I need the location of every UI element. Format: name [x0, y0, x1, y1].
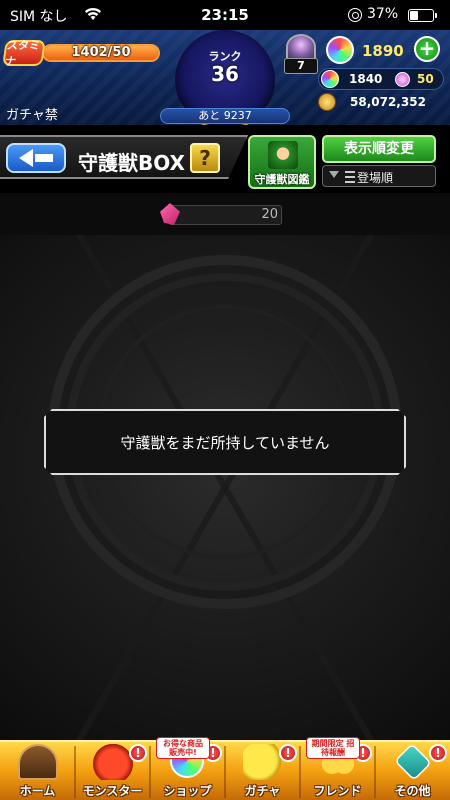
notification-badge: ! [279, 744, 297, 762]
orb-breakdown: 1840 50 [318, 68, 444, 90]
battery-percent: 37% [367, 6, 399, 22]
coin-counter: 58,072,352 [316, 92, 446, 114]
tray-count: 7 [284, 58, 318, 74]
nav-label: フレンド [313, 784, 362, 798]
nav-separator [374, 746, 376, 798]
empty-message: 守護獣をまだ所持していません [120, 433, 330, 452]
sort-icon [345, 171, 355, 183]
back-arrow-icon [19, 149, 33, 167]
help-button[interactable]: ? [190, 143, 220, 173]
coin-icon [318, 93, 336, 111]
nav-separator [224, 746, 226, 798]
sort-order-label: 登場順 [357, 171, 394, 185]
nav-item-1[interactable]: モンスター! [75, 742, 150, 800]
nav-item-5[interactable]: その他! [375, 742, 450, 800]
box-capacity-value: 20 [261, 207, 278, 222]
next-rank-exp: あと 9237 [160, 108, 290, 124]
monster-icon [93, 744, 133, 780]
change-sort-button[interactable]: 表示順変更 [322, 135, 436, 163]
promo-tag: お得な商品 販売中! [156, 737, 210, 759]
rank-value: 36 [211, 62, 239, 86]
tray-icon [286, 34, 316, 60]
bottom-nav: ホーム モンスター! ショップ! お得な商品 販売中! ガチャ! フレンド! 期間限定 招待… [0, 737, 450, 800]
empty-message-box: 守護獣をまだ所持していません [44, 409, 406, 475]
guardian-portrait-icon [268, 141, 298, 169]
stamina-gauge[interactable]: スタミナ 1402/50 [2, 38, 164, 68]
rotation-lock-icon [348, 8, 362, 22]
status-bar: SIM なし 23:15 37% [0, 0, 450, 30]
page-title: 守護獣BOX [78, 151, 185, 175]
encyclopedia-label: 守護獣図鑑 [254, 173, 310, 186]
free-orb-count: 50 [417, 72, 434, 86]
nav-separator [299, 746, 301, 798]
buy-orbs-button[interactable]: + [414, 36, 440, 62]
title-row: 守護獣BOX ? 守護獣図鑑 表示順変更 登場順 [0, 125, 450, 193]
filter-icon [329, 171, 339, 178]
orb-count: 1890 [362, 42, 404, 60]
notification-badge: ! [429, 744, 447, 762]
nav-label: その他 [394, 784, 431, 798]
player-header: スタミナ 1402/50 ランク 36 ガチャ禁 あと 9237 7 1890 … [0, 30, 450, 130]
nav-item-0[interactable]: ホーム [0, 742, 75, 800]
battery-icon [408, 9, 437, 22]
paid-orb-count: 1840 [349, 72, 383, 86]
home-icon [18, 744, 58, 780]
nav-label: ホーム [19, 784, 56, 798]
back-button[interactable] [6, 143, 66, 173]
nav-separator [149, 746, 151, 798]
stamina-label: スタミナ [2, 39, 46, 68]
nav-label: ショップ [163, 784, 212, 798]
guardian-box-panel: 20 守護獣をまだ所持していません [0, 193, 450, 740]
guardian-encyclopedia-button[interactable]: 守護獣図鑑 [248, 135, 316, 189]
nav-item-3[interactable]: ガチャ! [225, 742, 300, 800]
nav-separator [74, 746, 76, 798]
notification-badge: ! [129, 744, 147, 762]
free-orb-icon [395, 72, 410, 87]
emblem-background: 守護獣をまだ所持していません [0, 235, 450, 740]
orb-counter: 1890 + [324, 36, 442, 66]
coin-count: 58,072,352 [350, 95, 426, 109]
item-tray-button[interactable]: 7 [282, 34, 320, 74]
nav-item-2[interactable]: ショップ! お得な商品 販売中! [150, 737, 225, 800]
nav-label: ガチャ [244, 784, 281, 798]
promo-tag: 期間限定 招待報酬 [306, 737, 360, 759]
nav-label: モンスター [82, 784, 143, 798]
orb-icon [326, 36, 354, 64]
sort-order-select[interactable]: 登場順 [322, 165, 436, 187]
nav-item-4[interactable]: フレンド! 期間限定 招待報酬 [300, 737, 375, 800]
other-icon [394, 743, 432, 781]
gacha-icon [243, 744, 283, 780]
paid-orb-icon [321, 70, 339, 88]
stamina-value: 1402/50 [71, 45, 131, 60]
gacha-ban-label: ガチャ禁 [6, 108, 58, 123]
